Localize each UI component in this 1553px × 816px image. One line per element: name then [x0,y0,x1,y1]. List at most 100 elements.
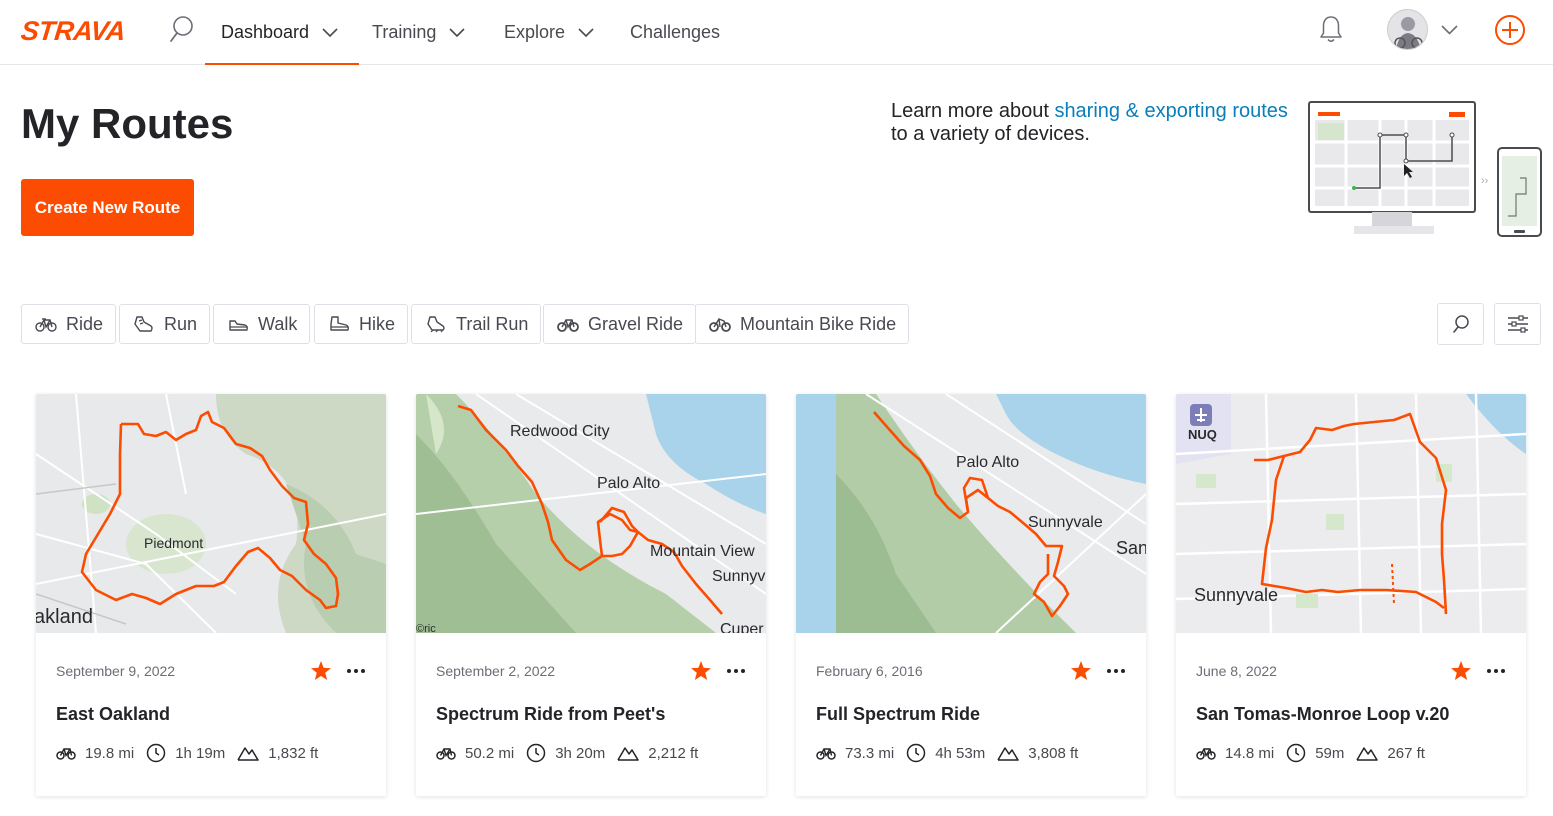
page-title: My Routes [21,100,234,147]
route-distance: 73.3 mi [845,744,895,762]
route-time: 4h 53m [935,744,986,762]
filter-ride-label: Ride [66,313,104,334]
route-title[interactable]: East Oakland [56,704,170,725]
clock-icon [526,743,546,763]
filter-ride[interactable]: Ride [21,304,117,344]
filter-gravel-ride[interactable]: Gravel Ride [543,304,697,344]
avatar[interactable] [1387,9,1428,50]
route-map[interactable]: Piedmont akland [36,394,386,633]
map-label: Cuper [720,621,764,633]
filter-run-label: Run [164,313,198,334]
filter-trail-run[interactable]: Trail Run [411,304,542,344]
route-date: September 2, 2022 [436,663,556,679]
filter-mountain-bike-ride[interactable]: Mountain Bike Ride [695,304,910,344]
star-icon[interactable] [1070,660,1092,682]
nav-challenges-label: Challenges [630,21,721,42]
elevation-icon [997,747,1019,761]
nav-explore-label: Explore [504,21,566,42]
filter-run[interactable]: Run [119,304,211,344]
clock-icon [1286,743,1306,763]
more-options-icon[interactable] [724,660,748,682]
nav-training-label: Training [372,21,437,42]
route-title[interactable]: Spectrum Ride from Peet's [436,704,665,725]
route-date: June 8, 2022 [1196,663,1277,679]
filter-gravel-ride-label: Gravel Ride [588,313,684,334]
learn-suffix: to a variety of devices. [891,123,1090,145]
route-elevation: 1,832 ft [268,744,319,762]
route-distance: 50.2 mi [465,744,515,762]
route-card[interactable]: NUQ Sunnyvale June 8, 2022 San Tomas-Mon… [1176,394,1526,796]
route-map[interactable]: Redwood City Palo Alto Mountain View Sun… [416,394,766,633]
route-time: 3h 20m [555,744,606,762]
route-title[interactable]: San Tomas-Monroe Loop v.20 [1196,704,1449,725]
route-distance: 19.8 mi [85,744,135,762]
top-nav: STRAVA Dashboard Training Explore Challe… [0,0,1553,65]
bike-icon [1196,748,1216,760]
star-icon[interactable] [690,660,712,682]
star-icon[interactable] [310,660,332,682]
map-label: akland [36,606,93,628]
chevron-down-icon[interactable] [1440,20,1459,39]
route-distance: 14.8 mi [1225,744,1275,762]
elevation-icon [1356,747,1379,761]
chevron-down-icon [578,28,594,38]
filter-mountain-bike-ride-label: Mountain Bike Ride [740,313,897,334]
route-title[interactable]: Full Spectrum Ride [816,704,980,725]
run-shoe-icon [134,316,153,332]
star-icon[interactable] [1450,660,1472,682]
more-options-icon[interactable] [1104,660,1128,682]
map-label: San [1116,538,1146,558]
ellipsis-icon [727,669,745,673]
mountain-bike-icon [709,318,731,332]
map-label: Redwood City [510,423,610,440]
ellipsis-icon [1107,669,1125,673]
map-label: Sunnyvale [1194,585,1278,605]
map-label: Palo Alto [956,454,1019,471]
elevation-icon [617,747,639,761]
filter-trail-run-label: Trail Run [456,313,529,334]
filter-walk-label: Walk [258,313,298,334]
walk-shoe-icon [229,320,248,331]
create-new-route-button[interactable]: Create New Route [21,179,194,236]
filter-hike-label: Hike [359,313,396,334]
learn-prefix: Learn more about [891,100,1055,122]
route-elevation: 3,808 ft [1028,744,1079,762]
nav-dashboard[interactable]: Dashboard [204,0,360,65]
bell-icon[interactable] [1318,14,1344,44]
chevron-down-icon [322,28,338,38]
hike-boot-icon [330,316,349,331]
elevation-icon [237,747,259,761]
route-elevation: 267 ft [1387,744,1425,762]
filter-settings-button[interactable] [1494,303,1541,345]
route-card[interactable]: Redwood City Palo Alto Mountain View Sun… [416,394,766,796]
route-time: 1h 19m [175,744,226,762]
nav-challenges[interactable]: Challenges [630,0,720,64]
route-stats: 50.2 mi 3h 20m 2,212 ft [436,743,710,763]
bike-icon [56,748,76,760]
more-options-icon[interactable] [344,660,368,682]
nav-training[interactable]: Training [372,0,466,64]
route-map[interactable]: NUQ Sunnyvale [1176,394,1526,633]
filter-hike[interactable]: Hike [314,304,409,344]
filter-walk[interactable]: Walk [213,304,311,344]
bike-icon [436,748,456,760]
route-card[interactable]: Palo Alto Sunnyvale San February 6, 2016… [796,394,1146,796]
search-routes-button[interactable] [1437,303,1484,345]
trail-shoe-icon [427,316,445,333]
bike-icon [35,318,57,332]
route-card[interactable]: Piedmont akland September 9, 2022 East O… [36,394,386,796]
plus-circle-icon[interactable] [1494,14,1526,46]
route-date: September 9, 2022 [56,663,176,679]
ellipsis-icon [347,669,365,673]
clock-icon [906,743,926,763]
sharing-exporting-link[interactable]: sharing & exporting routes [1054,100,1287,122]
strava-logo[interactable]: STRAVA [19,16,126,47]
map-label: Palo Alto [597,475,660,492]
map-label: NUQ [1188,427,1217,442]
route-map[interactable]: Palo Alto Sunnyvale San [796,394,1146,633]
more-options-icon[interactable] [1484,660,1508,682]
search-icon[interactable] [168,14,196,44]
nav-dashboard-label: Dashboard [221,21,310,42]
nav-explore[interactable]: Explore [504,0,595,64]
route-time: 59m [1315,744,1345,762]
